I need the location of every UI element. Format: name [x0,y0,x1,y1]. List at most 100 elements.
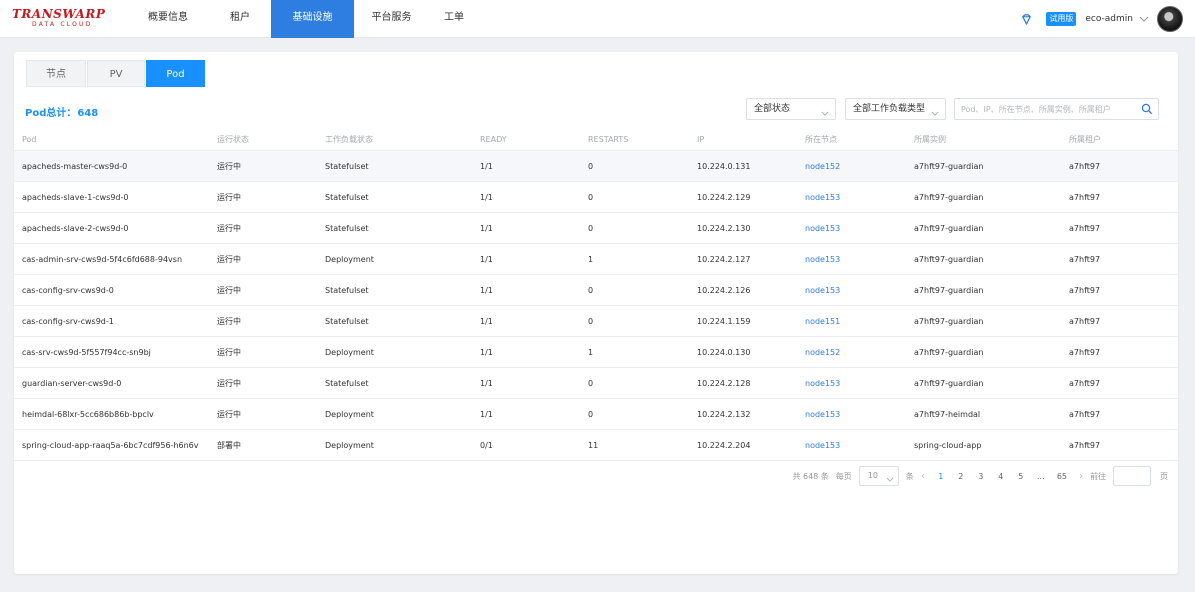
table-row[interactable]: heimdal-68lxr-5cc686b86b-bpclv 运行中 Deploym… [14,399,1178,430]
cell-tenant: a7hft97 [1069,161,1101,171]
search-box [954,98,1159,120]
goto-page-input[interactable] [1113,466,1151,486]
cell-restarts: 0 [588,409,594,419]
tab-node[interactable]: 节点 [26,60,86,87]
cell-ready: 0/1 [480,440,493,450]
brand-name: TRANSWARP [12,7,106,21]
table-row[interactable]: cas-admin-srv-cws9d-5f4c6fd688-94vsn 运行中 D… [14,244,1178,275]
cell-ready: 1/1 [480,316,493,326]
chevron-down-icon [886,472,894,482]
page-size-value: 10 [867,471,878,480]
gem-icon[interactable] [1020,13,1032,25]
cell-ip: 10.224.2.126 [697,285,751,295]
cell-workload-status: Statefulset [325,192,369,202]
cell-restarts: 0 [588,316,594,326]
tab-pod[interactable]: Pod [146,60,205,87]
pod-table: Pod 运行状态 工作负载状态 READY RESTARTS IP 所在节点 所… [14,128,1178,461]
cell-workload-status: Statefulset [325,378,369,388]
column-header-pod: Pod [22,134,37,144]
cell-tenant: a7hft97 [1069,316,1101,326]
cell-ready: 1/1 [480,409,493,419]
page-number[interactable]: 3 [977,472,985,481]
table-row[interactable]: cas-srv-cws9d-5f557f94cc-sn9bj 运行中 Deploym… [14,337,1178,368]
table-row[interactable]: guardian-server-cws9d-0 运行中 Statefulset 1/1… [14,368,1178,399]
cell-ip: 10.224.2.132 [697,409,751,419]
page-number[interactable]: 4 [997,472,1005,481]
cell-ready: 1/1 [480,347,493,357]
cell-pod-name: spring-cloud-app-raaq5a-6bc7cdf956-h6n6v [22,440,199,450]
cell-instance: a7hft97-guardian [914,254,984,264]
cell-restarts: 0 [588,378,594,388]
page-list: 1 2 3 4 5... 65 [925,472,1067,481]
cell-tenant: a7hft97 [1069,409,1101,419]
table-row[interactable]: apacheds-slave-1-cws9d-0 运行中 Statefulset 1/… [14,182,1178,213]
cell-restarts: 0 [588,285,594,295]
cell-node[interactable]: node153 [805,410,914,419]
cell-pod-name: cas-srv-cws9d-5f557f94cc-sn9bj [22,347,151,357]
table-row[interactable]: cas-config-srv-cws9d-0 运行中 Statefulset 1/1 0… [14,275,1178,306]
column-header-workload-status: 工作负载状态 [325,134,373,144]
brand-logo[interactable]: TRANSWARP DATA CLOUD [12,8,117,32]
cell-ip: 10.224.1.159 [697,316,751,326]
table-row[interactable]: apacheds-slave-2-cws9d-0 运行中 Statefulset 1/… [14,213,1178,244]
cell-run-status: 运行中 [217,254,241,264]
column-header-restarts: RESTARTS [588,134,629,144]
page-size-select[interactable]: 10 [858,466,899,486]
cell-node[interactable]: node153 [805,193,914,202]
page-number[interactable]: 5 [1017,472,1025,481]
page-number[interactable]: 65 [1057,472,1067,481]
cell-pod-name: heimdal-68lxr-5cc686b86b-bpclv [22,409,154,419]
cell-node[interactable]: node153 [805,224,914,233]
cell-instance: spring-cloud-app [914,440,982,450]
column-header-instance: 所属实例 [914,134,946,144]
status-filter-value: 全部状态 [754,104,791,114]
table-row[interactable]: spring-cloud-app-raaq5a-6bc7cdf956-h6n6v… [14,430,1178,461]
workload-type-filter-select[interactable]: 全部工作负载类型 [845,98,946,120]
cell-run-status: 运行中 [217,285,241,295]
page-number[interactable]: 1 [937,472,945,481]
cell-node[interactable]: node151 [805,317,914,326]
cell-run-status: 部署中 [217,440,241,450]
cell-node[interactable]: node153 [805,379,914,388]
user-name[interactable]: eco-admin [1085,14,1133,24]
cell-instance: a7hft97-guardian [914,161,984,171]
tab-pv[interactable]: PV [87,60,145,87]
cell-ready: 1/1 [480,378,493,388]
cell-tenant: a7hft97 [1069,440,1101,450]
workload-type-filter-value: 全部工作负载类型 [853,104,926,114]
cell-ip: 10.224.2.128 [697,378,751,388]
brand-tagline: DATA CLOUD [32,21,93,28]
avatar[interactable] [1157,6,1183,32]
cell-node[interactable]: node152 [805,348,914,357]
cell-instance: a7hft97-heimdal [914,409,981,419]
cell-ready: 1/1 [480,285,493,295]
content-card: 节点 PV Pod Pod总计：648 全部状态 全部工作负载类型 Pod 运行… [14,52,1178,574]
cell-run-status: 运行中 [217,161,241,171]
status-filter-select[interactable]: 全部状态 [746,98,836,120]
nav-item-overview[interactable]: 概要信息 [127,0,209,38]
cell-ready: 1/1 [480,223,493,233]
chevron-down-icon[interactable] [1139,14,1149,24]
cell-workload-status: Deployment [325,409,374,419]
search-icon[interactable] [1141,103,1153,115]
column-header-run-status: 运行状态 [217,134,249,144]
table-row[interactable]: cas-config-srv-cws9d-1 运行中 Statefulset 1/1 0… [14,306,1178,337]
cell-node[interactable]: node153 [805,255,914,264]
cell-restarts: 11 [588,440,599,450]
cell-node[interactable]: node153 [805,441,914,450]
next-page-button[interactable]: › [1079,471,1083,482]
cell-tenant: a7hft97 [1069,192,1101,202]
cell-node[interactable]: node152 [805,162,914,171]
cell-run-status: 运行中 [217,347,241,357]
search-input[interactable] [955,99,1135,119]
nav-item-infrastructure[interactable]: 基础设施 [271,0,354,38]
nav-item-ticket[interactable]: 工单 [429,0,479,38]
page-ellipsis[interactable]: ... [1037,472,1045,481]
nav-item-platform-service[interactable]: 平台服务 [354,0,429,38]
table-row[interactable]: apacheds-master-cws9d-0 运行中 Statefulset 1/1… [14,151,1178,182]
nav-item-tenant[interactable]: 租户 [209,0,271,38]
cell-restarts: 0 [588,161,594,171]
cell-restarts: 1 [588,254,594,264]
cell-node[interactable]: node153 [805,286,914,295]
page-number[interactable]: 2 [957,472,965,481]
